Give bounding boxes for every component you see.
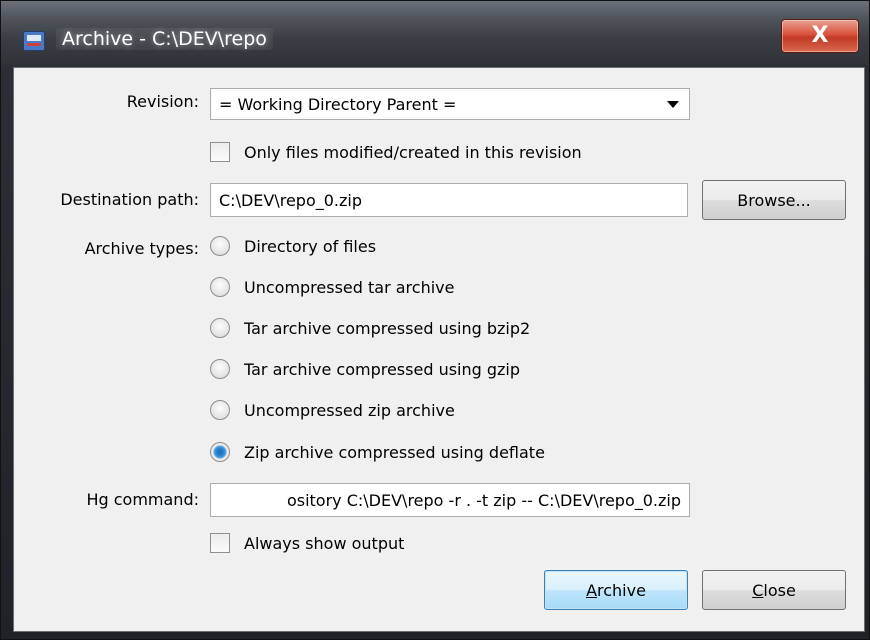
radio-uncompressed-zip[interactable]: Uncompressed zip archive bbox=[210, 400, 455, 420]
only-modified-checkbox[interactable] bbox=[210, 142, 230, 162]
radio-directory-of-files[interactable]: Directory of files bbox=[210, 236, 376, 256]
close-label-rest: lose bbox=[763, 580, 796, 600]
title-bar[interactable]: Archive - C:\DEV\repo X bbox=[1, 1, 869, 65]
revision-combobox[interactable]: = Working Directory Parent = bbox=[210, 88, 690, 120]
radio-button-selected[interactable] bbox=[210, 442, 230, 462]
radio-button[interactable] bbox=[210, 277, 230, 297]
radio-label: Uncompressed zip archive bbox=[244, 400, 455, 420]
radio-button[interactable] bbox=[210, 359, 230, 379]
radio-button[interactable] bbox=[210, 318, 230, 338]
archive-types-label: Archive types: bbox=[84, 239, 199, 258]
radio-label: Tar archive compressed using gzip bbox=[244, 359, 521, 379]
window-close-button[interactable]: X bbox=[781, 19, 859, 53]
radio-tar-gzip[interactable]: Tar archive compressed using gzip bbox=[210, 359, 520, 379]
destination-path-input[interactable]: C:\DEV\repo_0.zip bbox=[210, 183, 688, 217]
only-modified-label: Only files modified/created in this revi… bbox=[244, 142, 582, 162]
revision-value: = Working Directory Parent = bbox=[219, 94, 457, 114]
radio-zip-deflate[interactable]: Zip archive compressed using deflate bbox=[210, 442, 545, 462]
window-title: Archive - C:\DEV\repo bbox=[56, 28, 273, 50]
revision-label: Revision: bbox=[126, 92, 199, 111]
always-show-output-checkbox[interactable] bbox=[210, 533, 230, 553]
hg-command-text: ository C:\DEV\repo -r . -t zip -- C:\DE… bbox=[286, 490, 681, 510]
dialog-body: Revision: = Working Directory Parent = O… bbox=[13, 67, 865, 632]
always-show-output-label: Always show output bbox=[244, 533, 405, 553]
hg-command-label: Hg command: bbox=[86, 490, 199, 509]
archive-button[interactable]: Archive bbox=[544, 570, 688, 610]
archive-label-rest: rchive bbox=[597, 580, 646, 600]
app-icon bbox=[23, 31, 45, 51]
radio-label: Zip archive compressed using deflate bbox=[244, 442, 545, 462]
archive-mnemonic: A bbox=[586, 580, 598, 600]
browse-button[interactable]: Browse... bbox=[702, 180, 846, 220]
archive-dialog: Archive - C:\DEV\repo X Revision: = Work… bbox=[0, 0, 870, 640]
radio-label: Tar archive compressed using bzip2 bbox=[244, 318, 531, 338]
hg-command-input[interactable]: ository C:\DEV\repo -r . -t zip -- C:\DE… bbox=[210, 483, 690, 517]
only-modified-checkbox-row[interactable]: Only files modified/created in this revi… bbox=[210, 142, 582, 162]
radio-label: Uncompressed tar archive bbox=[244, 277, 455, 297]
radio-button[interactable] bbox=[210, 400, 230, 420]
dropdown-arrow-icon[interactable] bbox=[667, 100, 679, 108]
radio-uncompressed-tar[interactable]: Uncompressed tar archive bbox=[210, 277, 454, 297]
always-show-output-checkbox-row[interactable]: Always show output bbox=[210, 533, 404, 553]
close-button[interactable]: Close bbox=[702, 570, 846, 610]
close-mnemonic: C bbox=[752, 580, 764, 600]
destination-label: Destination path: bbox=[60, 190, 199, 209]
radio-button[interactable] bbox=[210, 236, 230, 256]
radio-label: Directory of files bbox=[244, 236, 377, 256]
radio-tar-bzip2[interactable]: Tar archive compressed using bzip2 bbox=[210, 318, 530, 338]
